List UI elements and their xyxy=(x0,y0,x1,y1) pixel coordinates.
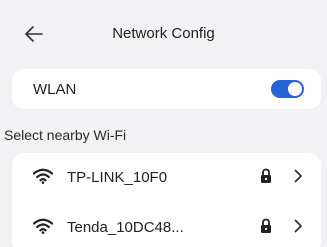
wifi-ssid: Tenda_10DC48... xyxy=(67,219,184,236)
wifi-icon xyxy=(33,168,53,184)
wifi-ssid: TP-LINK_10F0 xyxy=(67,169,168,186)
toggle-knob xyxy=(288,82,302,96)
page-title: Network Config xyxy=(112,25,215,42)
lock-icon xyxy=(261,168,271,183)
wlan-toggle[interactable] xyxy=(271,80,304,98)
chevron-right-icon xyxy=(294,169,302,183)
wifi-list: TP-LINK_10F0 Tenda_10DC48... xyxy=(12,153,321,247)
chevron-right-icon xyxy=(294,219,302,233)
header: Network Config xyxy=(0,0,327,62)
wlan-label: WLAN xyxy=(33,81,77,98)
wifi-icon xyxy=(33,218,53,234)
wifi-list-item[interactable]: TP-LINK_10F0 xyxy=(12,153,321,203)
section-label: Select nearby Wi-Fi xyxy=(4,127,127,143)
wlan-card: WLAN xyxy=(12,69,321,109)
wifi-list-item[interactable]: Tenda_10DC48... xyxy=(12,203,321,247)
lock-icon xyxy=(261,218,271,233)
